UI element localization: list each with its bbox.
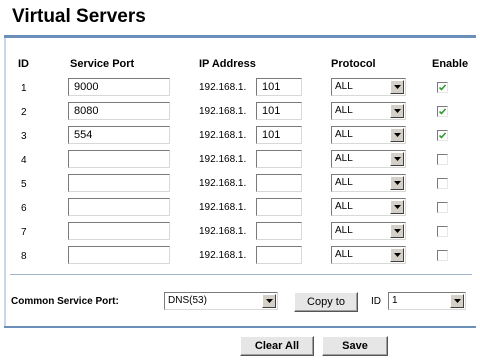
protocol-select[interactable]: ALL — [331, 222, 406, 240]
ip-octet-input[interactable] — [256, 150, 302, 168]
copy-id-select[interactable]: 1 — [388, 292, 466, 310]
header-id: ID — [18, 58, 29, 70]
service-port-input[interactable] — [68, 174, 170, 192]
enable-checkbox[interactable] — [437, 178, 448, 189]
chevron-down-icon[interactable] — [262, 294, 276, 308]
chevron-down-icon[interactable] — [390, 176, 404, 190]
service-port-input[interactable] — [68, 198, 170, 216]
ip-prefix: 192.168.1. — [199, 106, 247, 117]
enable-checkbox[interactable] — [437, 250, 448, 261]
chevron-down-icon[interactable] — [390, 80, 404, 94]
chevron-down-icon[interactable] — [390, 152, 404, 166]
page-title: Virtual Servers — [12, 6, 146, 27]
enable-checkbox[interactable] — [437, 202, 448, 213]
service-port-input[interactable]: 554 — [68, 126, 170, 144]
row-id: 3 — [21, 131, 27, 142]
save-button[interactable]: Save — [322, 336, 388, 356]
table-row: 3 554 192.168.1. 101 ALL — [0, 126, 480, 150]
header-enable: Enable — [432, 58, 469, 70]
checkmark-icon — [438, 108, 447, 115]
header-protocol: Protocol — [331, 58, 376, 70]
copy-id-value: 1 — [392, 295, 398, 306]
clear-all-button[interactable]: Clear All — [240, 336, 314, 356]
row-id: 7 — [21, 227, 27, 238]
protocol-value: ALL — [335, 249, 353, 260]
row-id: 4 — [21, 155, 27, 166]
enable-checkbox[interactable] — [437, 82, 448, 93]
chevron-down-icon[interactable] — [390, 104, 404, 118]
protocol-select[interactable]: ALL — [331, 246, 406, 264]
table-row: 7 192.168.1. ALL — [0, 222, 480, 246]
row-id: 8 — [21, 251, 27, 262]
ip-octet-input[interactable]: 101 — [256, 126, 302, 144]
protocol-value: ALL — [335, 225, 353, 236]
copy-id-label: ID — [371, 296, 381, 307]
service-port-input[interactable] — [68, 150, 170, 168]
table-row: 1 9000 192.168.1. 101 ALL — [0, 78, 480, 102]
protocol-select[interactable]: ALL — [331, 174, 406, 192]
ip-octet-input[interactable] — [256, 222, 302, 240]
section-divider — [10, 274, 472, 275]
service-port-input[interactable] — [68, 246, 170, 264]
ip-prefix: 192.168.1. — [199, 226, 247, 237]
title-bar: Virtual Servers — [4, 0, 476, 38]
enable-checkbox[interactable] — [437, 226, 448, 237]
ip-octet-input[interactable] — [256, 246, 302, 264]
protocol-value: ALL — [335, 81, 353, 92]
table-row: 2 8080 192.168.1. 101 ALL — [0, 102, 480, 126]
protocol-value: ALL — [335, 153, 353, 164]
protocol-value: ALL — [335, 201, 353, 212]
table-row: 5 192.168.1. ALL — [0, 174, 480, 198]
ip-prefix: 192.168.1. — [199, 202, 247, 213]
row-id: 5 — [21, 179, 27, 190]
footer-divider — [4, 326, 476, 328]
header-service-port: Service Port — [70, 58, 135, 70]
common-service-port-label: Common Service Port: — [11, 296, 119, 307]
table-row: 8 192.168.1. ALL — [0, 246, 480, 270]
service-port-input[interactable]: 9000 — [68, 78, 170, 96]
protocol-value: ALL — [335, 177, 353, 188]
chevron-down-icon[interactable] — [390, 200, 404, 214]
table-row: 6 192.168.1. ALL — [0, 198, 480, 222]
chevron-down-icon[interactable] — [390, 224, 404, 238]
protocol-select[interactable]: ALL — [331, 198, 406, 216]
row-id: 1 — [21, 83, 27, 94]
protocol-value: ALL — [335, 129, 353, 140]
protocol-select[interactable]: ALL — [331, 102, 406, 120]
ip-prefix: 192.168.1. — [199, 130, 247, 141]
common-service-port-select[interactable]: DNS(53) — [164, 292, 278, 310]
ip-octet-input[interactable]: 101 — [256, 102, 302, 120]
row-id: 6 — [21, 203, 27, 214]
checkmark-icon — [438, 132, 447, 139]
protocol-select[interactable]: ALL — [331, 150, 406, 168]
ip-octet-input[interactable] — [256, 198, 302, 216]
ip-prefix: 192.168.1. — [199, 154, 247, 165]
service-port-input[interactable] — [68, 222, 170, 240]
common-service-port-value: DNS(53) — [168, 295, 207, 306]
protocol-value: ALL — [335, 105, 353, 116]
enable-checkbox[interactable] — [437, 106, 448, 117]
chevron-down-icon[interactable] — [390, 248, 404, 262]
table-row: 4 192.168.1. ALL — [0, 150, 480, 174]
enable-checkbox[interactable] — [437, 130, 448, 141]
ip-prefix: 192.168.1. — [199, 82, 247, 93]
ip-octet-input[interactable]: 101 — [256, 78, 302, 96]
virtual-servers-panel: Virtual Servers ID Service Port IP Addre… — [0, 0, 480, 360]
ip-octet-input[interactable] — [256, 174, 302, 192]
header-ip-address: IP Address — [199, 58, 256, 70]
service-port-input[interactable]: 8080 — [68, 102, 170, 120]
protocol-select[interactable]: ALL — [331, 78, 406, 96]
chevron-down-icon[interactable] — [450, 294, 464, 308]
title-divider — [4, 35, 476, 38]
checkmark-icon — [438, 84, 447, 91]
row-id: 2 — [21, 107, 27, 118]
copy-to-button[interactable]: Copy to — [294, 292, 358, 312]
chevron-down-icon[interactable] — [390, 128, 404, 142]
enable-checkbox[interactable] — [437, 154, 448, 165]
ip-prefix: 192.168.1. — [199, 178, 247, 189]
ip-prefix: 192.168.1. — [199, 250, 247, 261]
protocol-select[interactable]: ALL — [331, 126, 406, 144]
